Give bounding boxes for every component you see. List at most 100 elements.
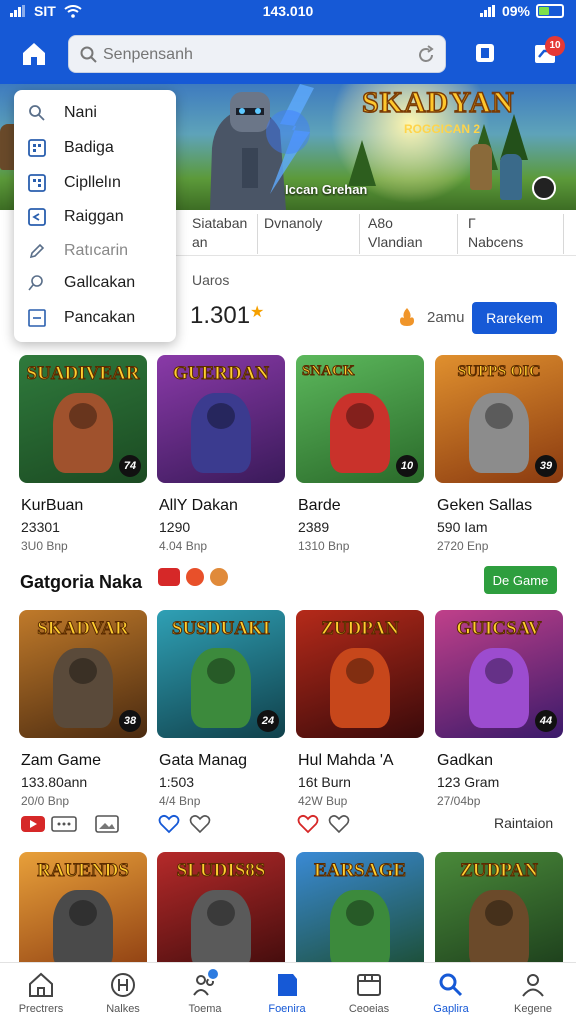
game-art: SLUDIS8S	[157, 852, 285, 980]
nav-item-gaplira[interactable]: Gaplira	[410, 963, 492, 1024]
stats-value: 1.301	[190, 302, 251, 329]
game-meta: 1310 Bnp	[298, 539, 350, 553]
nav-item-foenira[interactable]: Foenira	[246, 963, 328, 1024]
game-count: 23301	[21, 519, 60, 535]
filter-chip[interactable]: Γ Nabcens	[468, 214, 564, 254]
search-bar[interactable]	[68, 35, 446, 73]
bottom-nav: Prectrers Nalkes Toema Foenira Ceoeias G…	[0, 962, 576, 1024]
nav-item-kegene[interactable]: Kegene	[492, 963, 574, 1024]
game-art: GUICSAV 44	[435, 610, 563, 738]
heart-icon[interactable]	[189, 813, 211, 835]
filter-chip[interactable]: Siataban an	[192, 214, 259, 254]
battery-icon	[536, 4, 564, 18]
search-icon	[80, 46, 97, 63]
home-button[interactable]	[20, 40, 48, 68]
rain-label[interactable]: Raintaion	[494, 815, 553, 831]
hero-caption: Iccan Grehan	[285, 182, 368, 197]
rating-badge: 38	[119, 710, 141, 732]
game-art: SKADVAR 38	[19, 610, 147, 738]
game-title: KurBuan	[21, 497, 84, 514]
battery-percent: 09%	[501, 3, 530, 19]
rating-badge: 44	[535, 710, 557, 732]
hero-character	[470, 144, 492, 190]
menu-item[interactable]: Nani	[14, 96, 176, 130]
game-title: Barde	[298, 497, 341, 514]
game-art: ZUDPAN	[296, 610, 424, 738]
de-game-button[interactable]: De Game	[484, 566, 557, 594]
menu-item[interactable]: Ratıcarin	[14, 234, 176, 268]
game-art: RAUENDS	[19, 852, 147, 980]
rating-badge: 10	[396, 455, 418, 477]
flag-icon	[278, 974, 297, 996]
youtube-icon[interactable]	[20, 813, 46, 835]
game-meta: 2720 Enp	[437, 539, 489, 553]
game-meta: 42W Bup	[298, 794, 348, 808]
top-app-bar: 10	[0, 24, 576, 84]
game-title: Gata Manag	[159, 752, 248, 769]
nav-item-ceoeias[interactable]: Ceoeias	[328, 963, 410, 1024]
lightning-effect	[266, 84, 314, 194]
game-meta: 3U0 Bnp	[21, 539, 68, 553]
profile-icon	[522, 974, 544, 997]
dropdown-menu: Nani Badiga Cipllelın Raiggan Ratıcarin …	[14, 90, 176, 342]
game-meta: 4.04 Bnp	[159, 539, 208, 553]
heart-icon[interactable]	[158, 813, 180, 835]
stats-label: Uaros	[192, 272, 230, 288]
search-icon	[29, 105, 45, 121]
section-tags	[158, 568, 228, 586]
game-count: 123 Gram	[437, 774, 500, 790]
chat-icon[interactable]	[50, 813, 78, 835]
game-art: SUADIVEAR 74	[19, 355, 147, 483]
hero-title: SKADYAN	[361, 85, 515, 120]
game-meta: 20/0 Bnp	[21, 794, 70, 808]
menu-item[interactable]: Raiggan	[14, 200, 176, 234]
status-bar: SIT 143.010 09%	[0, 0, 576, 24]
filter-chip[interactable]: A8o Vlandian	[368, 214, 458, 254]
library-button[interactable]	[474, 42, 496, 64]
pen-icon	[29, 243, 45, 259]
game-count: 1:503	[159, 774, 195, 790]
tree	[348, 140, 376, 186]
game-title: Geken Sallas	[437, 497, 533, 514]
game-count: 590 Iam	[437, 519, 488, 535]
flower-icon	[210, 568, 228, 586]
rating-badge: 74	[119, 455, 141, 477]
menu-item[interactable]: Badiga	[14, 131, 176, 165]
nav-badge-dot	[206, 967, 220, 981]
section-title: Gatgoria Naka	[20, 572, 143, 592]
rating-badge: 39	[535, 455, 557, 477]
menu-item[interactable]: Pancakan	[14, 301, 176, 335]
game-art: EARSAGE	[296, 852, 424, 980]
menu-item[interactable]: Cipllelın	[14, 166, 176, 200]
cell-bars-icon	[479, 5, 495, 17]
game-title: Hul Mahda 'A	[298, 752, 394, 769]
coin-count: 2amu	[427, 309, 465, 326]
filter-row: Siataban an Dvnanoly A8o Vlandian Γ Nabcens	[176, 210, 576, 256]
game-count: 1290	[159, 519, 191, 535]
game-count: 2389	[298, 519, 330, 535]
grid-icon	[28, 174, 46, 192]
menu-item[interactable]: Gallcakan	[14, 266, 176, 300]
nav-item-toema[interactable]: Toema	[164, 963, 246, 1024]
filter-chip[interactable]: Dvnanoly	[264, 214, 360, 254]
game-count: 16t Burn	[298, 774, 351, 790]
gear-icon[interactable]	[532, 176, 556, 200]
game-art: SNACK 10	[296, 355, 424, 483]
search-input[interactable]	[103, 43, 403, 67]
game-title: Gadkan	[437, 752, 494, 769]
redeem-button[interactable]: Rarekem	[472, 302, 557, 334]
heart-chat-icon[interactable]	[328, 813, 350, 835]
heart-icon[interactable]	[297, 813, 319, 835]
image-icon[interactable]	[94, 813, 120, 835]
play-icon	[28, 208, 46, 226]
game-art: SUSDUAKI 24	[157, 610, 285, 738]
flame-icon	[400, 308, 414, 326]
nav-item-home[interactable]: Prectrers	[0, 963, 82, 1024]
hero-character	[500, 154, 522, 200]
game-meta: 27/04bp	[437, 794, 481, 808]
rating-badge: 24	[257, 710, 279, 732]
h-circle-icon	[111, 973, 135, 997]
refresh-icon[interactable]	[415, 44, 437, 66]
game-art: ZUDPAN	[435, 852, 563, 980]
nav-item-nalkes[interactable]: Nalkes	[82, 963, 164, 1024]
